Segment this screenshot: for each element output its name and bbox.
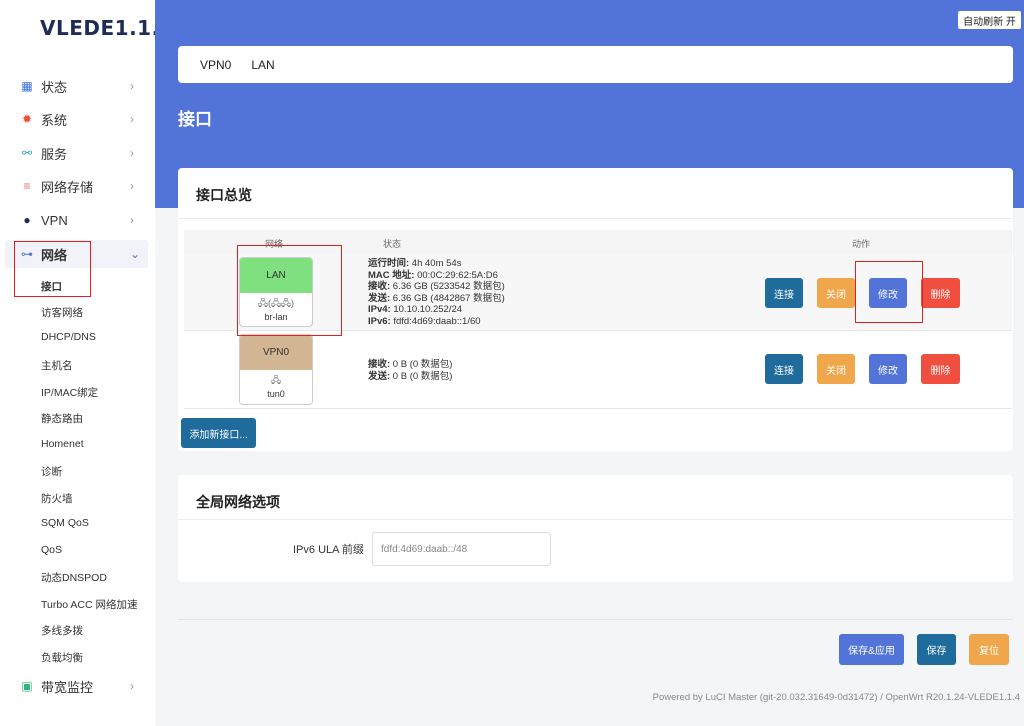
submenu-multiwan-dial[interactable]: 多线多拨 — [41, 623, 83, 638]
chevron-right-icon: › — [130, 79, 134, 93]
chevron-right-icon: › — [130, 112, 134, 126]
submenu-load-balance[interactable]: 负载均衡 — [41, 650, 83, 665]
chevron-right-icon: › — [130, 146, 134, 160]
submenu-guest-network[interactable]: 访客网络 — [41, 305, 83, 320]
submenu-qos[interactable]: QoS — [41, 544, 62, 556]
ipv6-ula-input[interactable]: fdfd:4d69:daab::/48 — [372, 532, 551, 566]
page-title: 接口 — [178, 110, 212, 129]
col-actions: 动作 — [852, 239, 871, 249]
menu-item-system[interactable]: ✹ 系统 › — [0, 105, 155, 133]
highlight-network-menu — [14, 241, 91, 297]
connect-button[interactable]: 连接 — [765, 278, 803, 308]
submenu-sqm-qos[interactable]: SQM QoS — [41, 517, 89, 529]
footer-divider — [178, 619, 1013, 620]
menu-item-vpn[interactable]: ● VPN › — [0, 206, 155, 234]
ipv6-ula-label: IPv6 ULA 前缀 — [293, 544, 364, 556]
auto-refresh-toggle[interactable]: 自动刷新 开 — [958, 11, 1021, 29]
menu-item-services[interactable]: ⚯ 服务 › — [0, 139, 155, 167]
status-vpn0: 接收: 0 B (0 数据包) 发送: 0 B (0 数据包) — [368, 359, 453, 382]
globe-icon: ● — [23, 213, 31, 227]
dashboard-icon: ▦ — [21, 79, 33, 93]
submenu-firewall[interactable]: 防火墙 — [41, 491, 73, 506]
tunnel-icon: 🖧 — [270, 375, 282, 385]
services-icon: ⚯ — [21, 146, 33, 160]
network-name: VPN0 — [240, 335, 312, 370]
save-button[interactable]: 保存 — [917, 634, 956, 665]
chevron-right-icon: › — [130, 179, 134, 193]
tab-bar: VPN0 LAN — [178, 46, 1013, 83]
menu-item-bandwidth[interactable]: ▣ 带宽监控 › — [0, 672, 155, 700]
connect-button[interactable]: 连接 — [765, 354, 803, 384]
submenu-diagnostics[interactable]: 诊断 — [41, 464, 62, 479]
storage-icon: ≡ — [23, 179, 31, 193]
edit-button[interactable]: 修改 — [869, 354, 907, 384]
tab-vpn0[interactable]: VPN0 — [200, 58, 231, 72]
submenu-homenet[interactable]: Homenet — [41, 438, 84, 450]
menu-item-status[interactable]: ▦ 状态 › — [0, 72, 155, 100]
status-lan: 运行时间: 4h 40m 54s MAC 地址: 00:0C:29:62:5A:… — [368, 258, 505, 327]
network-badge-vpn0[interactable]: VPN0 🖧 tun0 — [239, 334, 313, 405]
reset-button[interactable]: 复位 — [969, 634, 1009, 665]
global-options-title: 全局网络选项 — [196, 494, 280, 510]
col-status: 状态 — [383, 239, 402, 249]
close-button[interactable]: 关闭 — [817, 278, 855, 308]
global-options-card: 全局网络选项 — [178, 475, 1013, 582]
footer-credits: Powered by LuCI Master (git-20.032.31649… — [652, 692, 1020, 703]
submenu-dhcp-dns[interactable]: DHCP/DNS — [41, 331, 96, 343]
save-apply-button[interactable]: 保存&应用 — [839, 634, 904, 665]
highlight-edit-button — [855, 261, 923, 323]
submenu-static-routes[interactable]: 静态路由 — [41, 411, 83, 426]
delete-button[interactable]: 删除 — [921, 354, 960, 384]
submenu-ddns-pod[interactable]: 动态DNSPOD — [41, 570, 107, 585]
device-name: tun0 — [267, 389, 285, 399]
sidebar: VLEDE1.1.4TM ▦ 状态 › ✹ 系统 › ⚯ 服务 › ≡ 网络存储… — [0, 0, 197, 726]
monitor-icon: ▣ — [21, 679, 33, 693]
close-button[interactable]: 关闭 — [817, 354, 855, 384]
chevron-right-icon: › — [130, 213, 134, 227]
tab-lan[interactable]: LAN — [251, 58, 274, 72]
submenu-ip-mac-binding[interactable]: IP/MAC绑定 — [41, 385, 98, 400]
menu-item-storage[interactable]: ≡ 网络存储 › — [0, 172, 155, 200]
delete-button[interactable]: 删除 — [921, 278, 960, 308]
highlight-lan-badge — [237, 245, 342, 336]
add-interface-button[interactable]: 添加新接口... — [181, 418, 256, 448]
gear-icon: ✹ — [21, 112, 33, 126]
overview-title: 接口总览 — [196, 187, 252, 203]
submenu-hostnames[interactable]: 主机名 — [41, 358, 73, 373]
chevron-down-icon: ⌄ — [130, 247, 141, 261]
chevron-right-icon: › — [130, 679, 134, 693]
submenu-turbo-acc[interactable]: Turbo ACC 网络加速 — [41, 597, 137, 612]
